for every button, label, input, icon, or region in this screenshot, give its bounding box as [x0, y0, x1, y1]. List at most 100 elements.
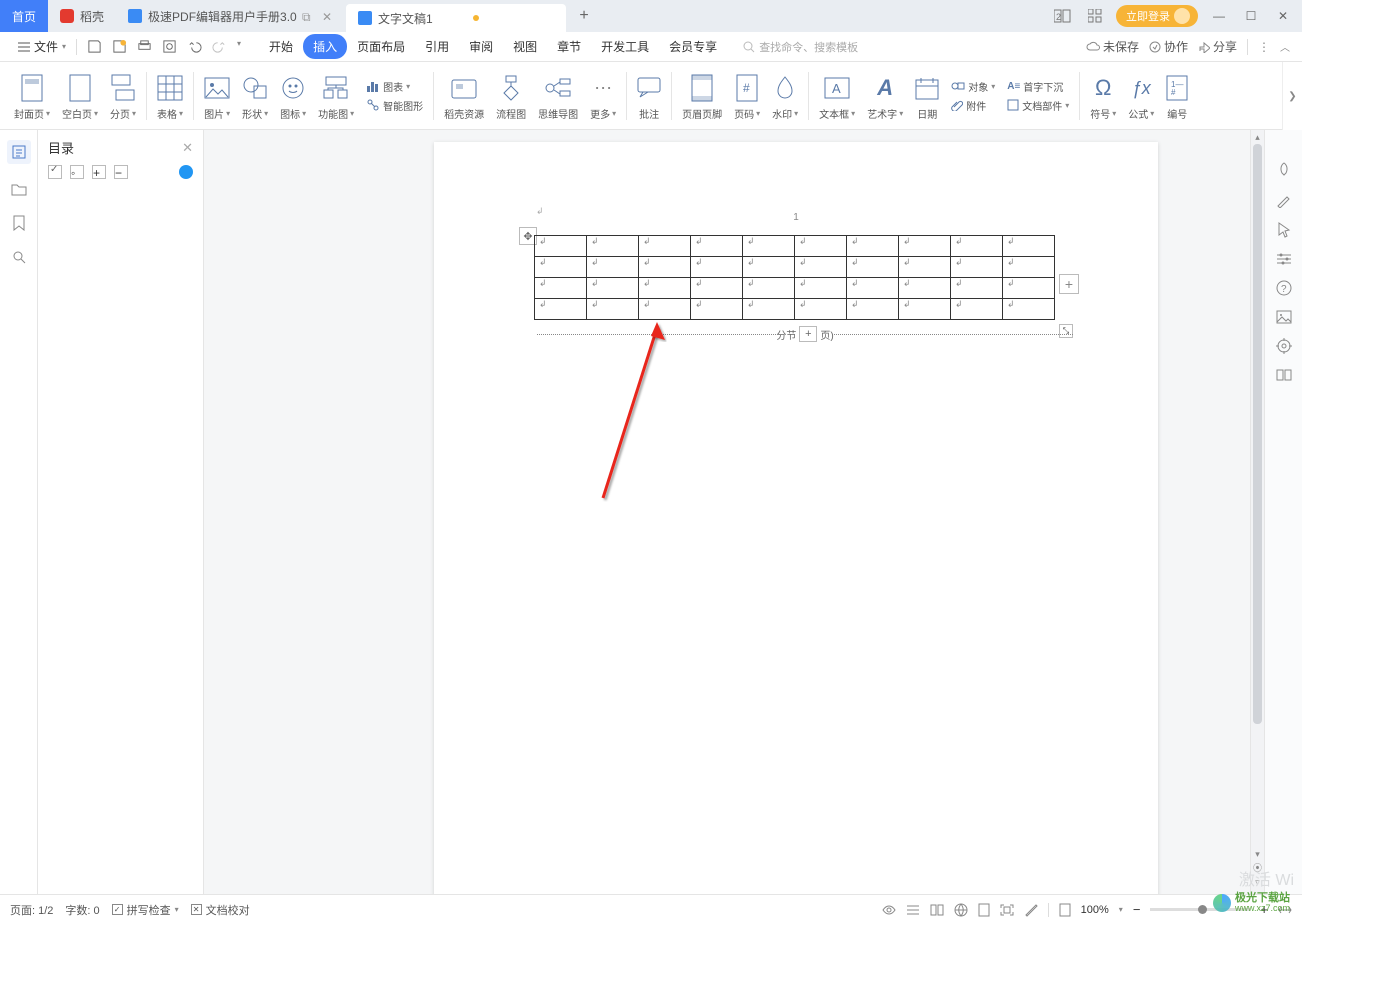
unsaved-indicator[interactable]: 未保存: [1086, 38, 1139, 55]
menu-review[interactable]: 审阅: [459, 34, 503, 59]
tab-pdf[interactable]: 极速PDF编辑器用户手册3.0 ⧉ ✕: [116, 2, 346, 30]
login-button[interactable]: 立即登录: [1116, 5, 1198, 27]
save-cloud-icon[interactable]: [112, 39, 127, 54]
collapse-ribbon-icon[interactable]: ︿: [1280, 39, 1290, 54]
ribbon-scroll-right[interactable]: ❯: [1282, 62, 1302, 130]
ribbon-dropcap[interactable]: A≡首字下沉: [1007, 79, 1069, 94]
ribbon-attach[interactable]: 附件: [951, 98, 995, 113]
coop-button[interactable]: 协作: [1149, 38, 1188, 55]
menu-view[interactable]: 视图: [503, 34, 547, 59]
command-search[interactable]: 查找命令、搜索模板: [743, 39, 858, 55]
ribbon-shape[interactable]: 形状▾: [236, 66, 274, 126]
panel-badge-icon[interactable]: [179, 165, 193, 179]
print-icon[interactable]: [137, 39, 152, 54]
ribbon-watermark[interactable]: 水印▾: [766, 66, 804, 126]
ribbon-textbox[interactable]: A文本框▾: [813, 66, 861, 126]
ribbon-obj[interactable]: 对象▾: [951, 79, 995, 94]
table-add-column[interactable]: +: [1059, 274, 1079, 294]
ribbon-smart[interactable]: 智能图形: [366, 98, 423, 113]
target-icon[interactable]: [1276, 338, 1292, 354]
vertical-scrollbar[interactable]: ▴ ▾ ⦿ ▿: [1250, 130, 1264, 894]
ribbon-more[interactable]: ⋯更多▾: [584, 66, 622, 126]
tab-pdf-close-icon[interactable]: ✕: [322, 10, 334, 22]
view-focus-icon[interactable]: [882, 904, 896, 916]
view-read-icon[interactable]: [930, 904, 944, 916]
ribbon-blank[interactable]: 空白页▾: [56, 66, 104, 126]
ribbon-header[interactable]: 页眉页脚: [676, 66, 728, 126]
more-menu-icon[interactable]: ⋮: [1258, 40, 1270, 54]
menu-layout[interactable]: 页面布局: [347, 34, 415, 59]
menu-start[interactable]: 开始: [259, 34, 303, 59]
search-rail-icon[interactable]: [10, 248, 28, 266]
pen-icon[interactable]: [1276, 192, 1292, 208]
scroll-up-icon[interactable]: ▴: [1251, 132, 1264, 143]
section-add-button[interactable]: +: [799, 326, 817, 342]
ribbon-mind[interactable]: 思维导图: [532, 66, 584, 126]
settings-slider-icon[interactable]: [1276, 252, 1292, 266]
tab-pdf-dup-icon[interactable]: ⧉: [302, 10, 314, 22]
panel-tool-3[interactable]: +: [92, 165, 106, 179]
document-area[interactable]: ↲ 1 ✥ ↲↲↲↲↲↲↲↲↲↲ ↲↲↲↲↲↲↲↲↲↲ ↲↲↲↲↲↲↲↲↲↲ ↲…: [204, 130, 1250, 894]
panel-close-icon[interactable]: ✕: [182, 140, 193, 156]
ribbon-pagenum[interactable]: #页码▾: [728, 66, 766, 126]
share-button[interactable]: 分享: [1198, 38, 1237, 55]
rocket-icon[interactable]: [1276, 162, 1292, 178]
print-preview-icon[interactable]: [162, 39, 177, 54]
tab-home[interactable]: 首页: [0, 0, 48, 32]
ribbon-cover[interactable]: 封面页▾: [8, 66, 56, 126]
view-fullscreen-icon[interactable]: [1000, 904, 1014, 916]
fit-page-icon[interactable]: [1059, 903, 1071, 917]
ribbon-dkrs[interactable]: 稻壳资源: [438, 66, 490, 126]
zoom-thumb[interactable]: [1198, 905, 1207, 914]
cursor-icon[interactable]: [1277, 222, 1291, 238]
image-tools-icon[interactable]: [1276, 310, 1292, 324]
new-tab-button[interactable]: +: [574, 6, 594, 26]
document-page[interactable]: ↲ 1 ✥ ↲↲↲↲↲↲↲↲↲↲ ↲↲↲↲↲↲↲↲↲↲ ↲↲↲↲↲↲↲↲↲↲ ↲…: [434, 142, 1158, 894]
close-button[interactable]: ✕: [1272, 5, 1294, 27]
outline-rail-icon[interactable]: [7, 140, 31, 164]
ribbon-number[interactable]: 1—#编号: [1160, 66, 1194, 126]
panel-tool-4[interactable]: −: [114, 165, 128, 179]
menu-chapter[interactable]: 章节: [547, 34, 591, 59]
bookmark-rail-icon[interactable]: [10, 214, 28, 232]
status-words[interactable]: 字数: 0: [65, 902, 99, 918]
status-page[interactable]: 页面: 1/2: [10, 902, 53, 918]
status-proof[interactable]: ✕文档校对: [191, 902, 250, 918]
ribbon-func[interactable]: 功能图▾: [312, 66, 360, 126]
ribbon-art[interactable]: A艺术字▾: [861, 66, 909, 126]
minimize-button[interactable]: —: [1208, 5, 1230, 27]
file-menu[interactable]: 文件 ▾: [12, 38, 72, 55]
app-grid-icon[interactable]: [1084, 5, 1106, 27]
view-outline-icon[interactable]: [906, 904, 920, 916]
zoom-value[interactable]: 100%: [1081, 904, 1109, 916]
menu-dev[interactable]: 开发工具: [591, 34, 659, 59]
tab-daoke[interactable]: 稻壳: [48, 2, 116, 30]
menu-ref[interactable]: 引用: [415, 34, 459, 59]
save-icon[interactable]: [87, 39, 102, 54]
document-table[interactable]: ↲↲↲↲↲↲↲↲↲↲ ↲↲↲↲↲↲↲↲↲↲ ↲↲↲↲↲↲↲↲↲↲ ↲↲↲↲↲↲↲…: [534, 235, 1055, 320]
scroll-thumb[interactable]: [1253, 144, 1262, 724]
panel-tool-2[interactable]: ◦: [70, 165, 84, 179]
undo-icon[interactable]: [187, 39, 202, 54]
view-print-icon[interactable]: [978, 903, 990, 917]
reading-mode-icon[interactable]: 2: [1052, 5, 1074, 27]
menu-insert[interactable]: 插入: [303, 34, 347, 59]
ribbon-chart[interactable]: 图表▾: [366, 79, 423, 94]
maximize-button[interactable]: ☐: [1240, 5, 1262, 27]
ribbon-symbol[interactable]: Ω符号▾: [1084, 66, 1122, 126]
ruler-icon[interactable]: [1024, 903, 1038, 917]
help-icon[interactable]: ?: [1276, 280, 1292, 296]
folder-rail-icon[interactable]: [10, 180, 28, 198]
scroll-down-icon[interactable]: ▾: [1251, 849, 1264, 860]
ribbon-docpart[interactable]: 文档部件▾: [1007, 98, 1069, 113]
ribbon-date[interactable]: 日期: [909, 66, 945, 126]
ribbon-table[interactable]: 表格▾: [151, 66, 189, 126]
menu-vip[interactable]: 会员专享: [659, 34, 727, 59]
ribbon-flow[interactable]: 流程图: [490, 66, 532, 126]
ribbon-break[interactable]: 分页▾: [104, 66, 142, 126]
ribbon-pic[interactable]: 图片▾: [198, 66, 236, 126]
panel-tool-check[interactable]: [48, 165, 62, 179]
ribbon-icon[interactable]: 图标▾: [274, 66, 312, 126]
chevron-down-icon[interactable]: ▾: [237, 39, 241, 54]
reading-icon[interactable]: [1276, 368, 1292, 382]
